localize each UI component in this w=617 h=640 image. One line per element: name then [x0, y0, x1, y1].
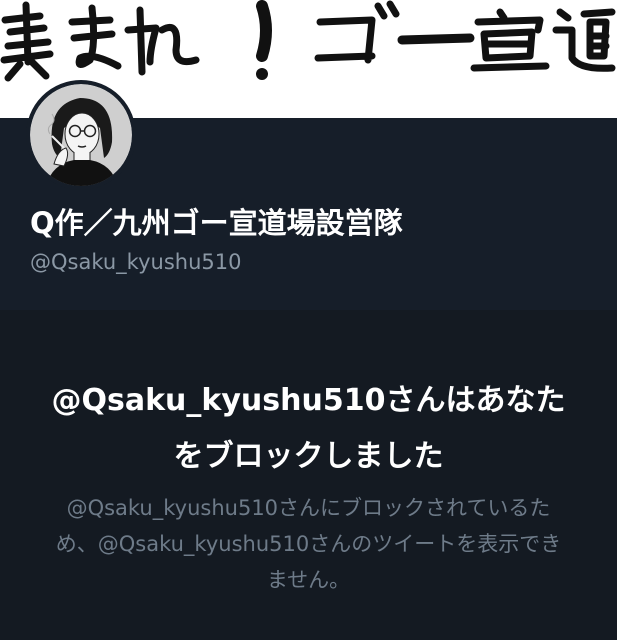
profile-handle: @Qsaku_kyushu510 — [30, 250, 242, 274]
profile-display-name: Q作／九州ゴー宣道場設営隊 — [30, 206, 403, 240]
blocked-title: @Qsaku_kyushu510さんはあなたをブロックしました — [51, 383, 566, 474]
profile-avatar[interactable] — [26, 80, 136, 190]
blocked-description: @Qsaku_kyushu510さんにブロックされているため、@Qsaku_ky… — [55, 496, 562, 592]
avatar-illustration-icon — [30, 84, 132, 186]
